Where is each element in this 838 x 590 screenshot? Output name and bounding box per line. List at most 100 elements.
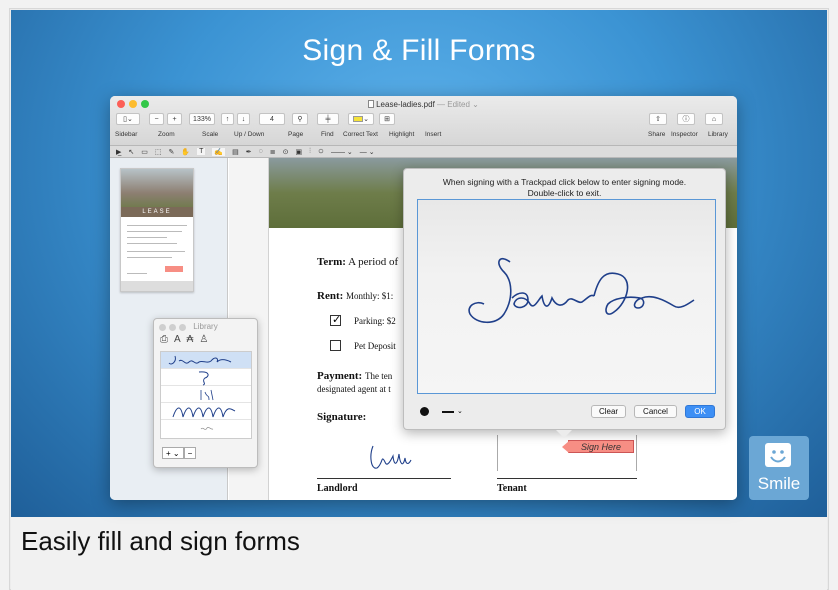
label-correct-text: Correct Text	[343, 131, 378, 138]
list-item[interactable]	[161, 403, 251, 420]
text-selection-icon[interactable]: ▶̲	[116, 148, 121, 156]
list-item[interactable]	[161, 369, 251, 386]
share-button[interactable]: ⇧	[649, 113, 667, 125]
list-item[interactable]	[161, 352, 251, 369]
pen-width-picker[interactable]	[442, 411, 454, 413]
highlight-button[interactable]: ⌄	[348, 113, 374, 125]
thumbnail-line	[127, 243, 177, 244]
list-item[interactable]	[161, 420, 251, 437]
pet-deposit-checkbox[interactable]	[330, 340, 341, 351]
line-style-icon[interactable]: —— ⌄	[331, 148, 353, 156]
zoom-in-button[interactable]: +	[167, 113, 182, 125]
label-library: Library	[708, 131, 728, 138]
adjust-icon[interactable]: ⫶	[309, 148, 311, 156]
thumbnail-title: LEASE	[121, 207, 193, 217]
thumbnail-photo	[121, 169, 193, 209]
library-title: Library	[193, 322, 218, 331]
stamp-tab-icon[interactable]: ⎙	[160, 334, 168, 345]
stamp-icon[interactable]: ⊙	[283, 148, 289, 156]
initials-tab-icon[interactable]: ₳	[187, 334, 194, 345]
insert-button[interactable]: ⊞	[379, 113, 395, 125]
pointer-icon[interactable]: ↖	[128, 148, 134, 156]
sidebar-toggle[interactable]: ▯⌄	[116, 113, 140, 125]
payment-text: The ten	[364, 371, 393, 381]
list-item[interactable]	[161, 386, 251, 403]
instructions-line-1: When signing with a Trackpad click below…	[442, 177, 687, 187]
document-icon	[368, 100, 375, 108]
search-icon: ⚲	[297, 116, 303, 123]
stroke-color-icon[interactable]: ○	[318, 146, 324, 157]
thumbnail-line	[127, 273, 147, 274]
saved-signature	[200, 389, 214, 401]
note-icon[interactable]: ▤	[232, 148, 239, 156]
zoom-out-button[interactable]: −	[149, 113, 164, 125]
term-label: Term:	[317, 256, 346, 268]
ok-button[interactable]: OK	[685, 405, 715, 418]
remove-signature-button[interactable]: −	[183, 447, 197, 459]
page-field[interactable]: 4	[259, 113, 285, 125]
signing-instructions: When signing with a Trackpad click below…	[404, 177, 725, 199]
speech-bubble-icon[interactable]: ◌	[259, 148, 263, 155]
pen-color-picker[interactable]	[420, 407, 429, 416]
banner-title: Sign & Fill Forms	[302, 34, 536, 67]
tenant-signature-line	[497, 478, 637, 479]
page-down-button[interactable]: ↓	[237, 113, 250, 125]
signature-pad[interactable]	[417, 199, 716, 394]
signature-tab-icon[interactable]: A	[174, 334, 181, 345]
hand-icon[interactable]: ✋	[181, 148, 190, 156]
filename: Lease-ladies.pdf	[376, 100, 435, 109]
sidebar-icon: ▯⌄	[123, 116, 133, 123]
rect-select-icon[interactable]: ▭	[141, 148, 148, 156]
box-icon[interactable]: ▣	[296, 148, 303, 156]
label-inspector: Inspector	[671, 131, 698, 138]
checkmark-icon: ✓	[332, 314, 342, 326]
tenant-label: Tenant	[497, 483, 527, 494]
rent-text: Monthly: $1:	[346, 291, 394, 301]
term-line: Term: A period of	[317, 256, 398, 268]
term-text: A period of	[348, 256, 399, 268]
chevron-down-icon[interactable]: ⌄	[457, 407, 463, 415]
smile-face-drawing	[770, 450, 786, 463]
thumbnail-page-badge	[121, 281, 193, 291]
signature-tool-icon[interactable]: ✍	[212, 147, 226, 156]
library-icon: ⌂	[711, 115, 717, 123]
instructions-line-2: Double-click to exit.	[527, 188, 602, 198]
label-zoom: Zoom	[158, 131, 175, 138]
library-controls: + ⌄ −	[162, 447, 197, 459]
sign-here-tag[interactable]: Sign Here	[562, 440, 634, 453]
lasso-icon[interactable]: ⬚	[155, 148, 162, 156]
arrow-up-icon: ↑	[225, 115, 230, 123]
thumbnail-line	[127, 237, 167, 238]
thumbnail-line	[127, 257, 172, 258]
add-signature-button[interactable]: + ⌄	[162, 447, 184, 459]
label-updown: Up / Down	[234, 131, 265, 138]
cancel-button[interactable]: Cancel	[634, 405, 677, 418]
clear-button[interactable]: Clear	[591, 405, 626, 418]
pet-deposit-text: Pet Deposit	[354, 341, 396, 351]
line-width-icon[interactable]: — ⌄	[360, 148, 375, 156]
page-thumbnail[interactable]: LEASE	[120, 168, 194, 292]
inspector-button[interactable]: ⓘ	[677, 113, 695, 125]
rent-line: Rent: Monthly: $1:	[317, 290, 393, 302]
parking-checkbox[interactable]: ✓	[330, 314, 342, 326]
pen-icon[interactable]: ✒	[246, 148, 252, 156]
find-button[interactable]: ⚲	[292, 113, 308, 125]
info-icon: ⓘ	[682, 116, 690, 123]
scale-field[interactable]: 133%	[189, 113, 215, 125]
correct-text-button[interactable]: ╪	[317, 113, 339, 125]
insert-icon: ⊞	[384, 116, 390, 123]
edited-status: — Edited ⌄	[437, 100, 479, 109]
landlord-signature-line	[317, 478, 451, 479]
list-icon[interactable]: ≣	[270, 148, 276, 156]
smile-logo: Smile	[749, 436, 809, 500]
page-up-button[interactable]: ↑	[221, 113, 234, 125]
correct-text-icon: ╪	[325, 115, 331, 123]
library-button[interactable]: ⌂	[705, 113, 723, 125]
label-scale: Scale	[202, 131, 219, 138]
saved-signature	[198, 371, 209, 386]
pencil-icon[interactable]: ✎	[169, 148, 175, 156]
share-icon: ⇧	[655, 116, 661, 123]
notary-tab-icon[interactable]: ♙	[199, 334, 208, 345]
label-find: Find	[321, 131, 334, 138]
text-tool-icon[interactable]: T	[197, 148, 206, 155]
